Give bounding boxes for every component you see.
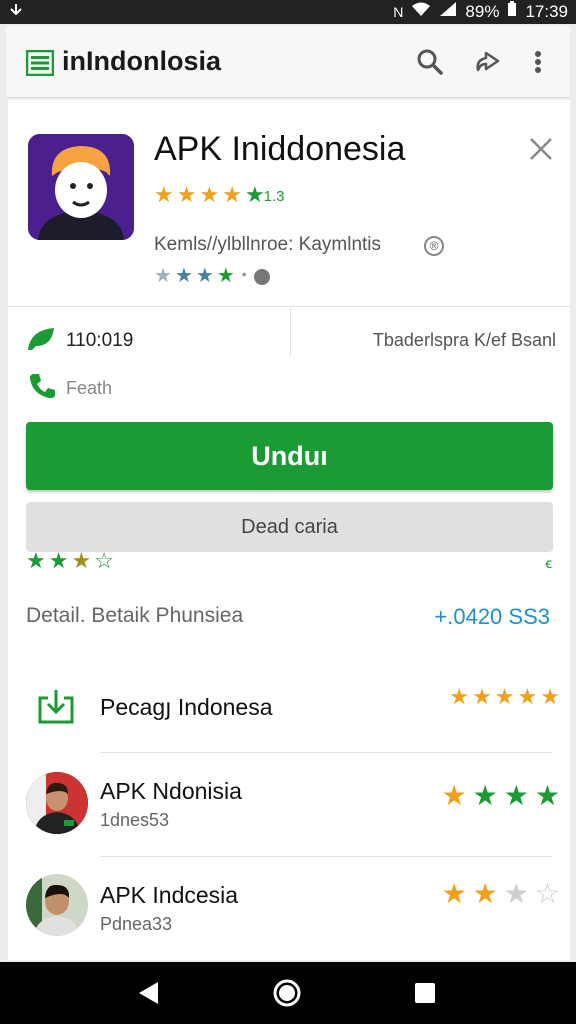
avatar: [26, 772, 88, 834]
app-rating-stars: ★ ★ ★ ★ ★ 1.3: [154, 184, 285, 206]
star-icon: ★: [472, 780, 498, 811]
list-item-title: APK Ndonisia: [100, 778, 242, 804]
star-icon[interactable]: ★: [49, 550, 69, 572]
wifi-icon: [411, 1, 431, 22]
leaf-icon: [26, 326, 56, 357]
badge-icon: [253, 269, 270, 285]
star-icon: ★: [494, 684, 515, 709]
star-icon: ☆: [534, 878, 560, 909]
star-icon[interactable]: ★: [26, 550, 46, 572]
star-icon: ★: [472, 878, 498, 909]
divider: [100, 856, 552, 857]
clock: 17:39: [525, 1, 568, 21]
star-icon: ★: [441, 780, 467, 811]
details-label: Detail. Betaik Phunsiea: [26, 604, 244, 627]
info-icon[interactable]: ®: [424, 236, 444, 256]
star-icon: ★: [503, 878, 529, 909]
nfc-icon: N: [393, 3, 404, 20]
list-item-subtitle: 1dnes53: [100, 810, 170, 830]
app-bar: inIndonlosia: [6, 26, 570, 98]
list-item-subtitle: Pdnea33: [100, 914, 173, 934]
share-icon[interactable]: [472, 46, 504, 78]
search-icon[interactable]: [414, 46, 446, 78]
star-icon: ★: [222, 182, 242, 207]
app-icon: [28, 134, 134, 240]
star-icon: ★: [244, 182, 265, 207]
star-icon: ★: [176, 182, 197, 207]
app-detail-card: APK Iniddonesia ★ ★ ★ ★ ★ 1.3 Kemls//ylb…: [8, 100, 570, 960]
details-value[interactable]: +.0420 SS3: [434, 604, 550, 630]
signal-icon: [439, 1, 457, 22]
phone-label: Feath: [66, 378, 113, 398]
phone-icon: [28, 372, 56, 405]
list-item-title: Pecagյ Indonesa: [100, 694, 273, 720]
battery-percent: 89%: [465, 1, 500, 21]
star-icon: ★: [154, 182, 174, 207]
navigation-bar: [0, 962, 576, 1024]
close-icon[interactable]: [528, 136, 554, 162]
back-icon[interactable]: [136, 980, 162, 1011]
list-item-stars: ★ ★ ★ ★ ★: [449, 686, 560, 708]
star-icon: ★: [449, 684, 470, 709]
recents-icon[interactable]: [414, 982, 436, 1009]
star-icon: ★: [195, 265, 214, 287]
status-bar: N 89% 17:39: [0, 0, 576, 24]
install-button[interactable]: Unduı: [26, 422, 553, 490]
rating-suffix: 1.3: [263, 188, 285, 205]
info-right-label: Tbaderlspra K/ef Bsanl: [372, 330, 556, 350]
star-icon: ★: [472, 684, 492, 709]
rating-row-right: ꞓ: [545, 555, 552, 571]
star-icon: ★: [199, 182, 220, 207]
app-title: APK Iniddonesia: [154, 130, 406, 168]
divider: [8, 306, 570, 307]
list-item[interactable]: Pecagյ Indonesa ★ ★ ★ ★ ★: [8, 672, 570, 752]
star-icon: ★: [503, 780, 529, 811]
more-vert-icon[interactable]: [530, 46, 562, 78]
divider: [100, 752, 552, 753]
star-icon: ★: [540, 684, 560, 709]
info-left-value: 110:019: [66, 330, 134, 351]
list-item-stars: ★ ★ ★ ☆: [442, 880, 560, 908]
dot-separator: •: [241, 266, 247, 282]
vertical-divider: [290, 308, 291, 356]
download-arrow-icon: [8, 2, 24, 23]
list-item-title: APK Indcesia: [100, 882, 239, 908]
developer-name[interactable]: Kemls//ylbllnroe: Kaymlntis: [154, 234, 381, 256]
list-item[interactable]: APK Indcesia Pdnea33 ★ ★ ★ ☆: [8, 868, 570, 960]
star-icon: ★: [517, 684, 538, 709]
star-icon: ★: [441, 878, 467, 909]
brand-name: inIndonlosia: [62, 46, 221, 76]
list-item[interactable]: APK Ndonisia 1dnes53 ★ ★ ★ ★: [8, 764, 570, 856]
secondary-rating-stars: ★ ★ ★ ★ •: [154, 266, 270, 286]
download-box-icon: [36, 686, 76, 731]
list-item-stars: ★ ★ ★ ★: [442, 782, 560, 810]
star-icon: ★: [216, 265, 235, 287]
home-icon[interactable]: [272, 978, 302, 1013]
battery-icon: [507, 1, 517, 22]
star-icon: ★: [174, 265, 193, 287]
star-icon[interactable]: ☆: [94, 550, 114, 572]
star-icon[interactable]: ★: [71, 550, 91, 572]
star-icon: ★: [534, 780, 560, 811]
user-rating-stars[interactable]: ★ ★ ★ ☆: [26, 550, 114, 572]
store-logo-icon: [25, 49, 55, 77]
avatar: [26, 874, 88, 936]
star-icon: ★: [154, 265, 172, 287]
secondary-button[interactable]: Dead caria: [26, 502, 553, 552]
